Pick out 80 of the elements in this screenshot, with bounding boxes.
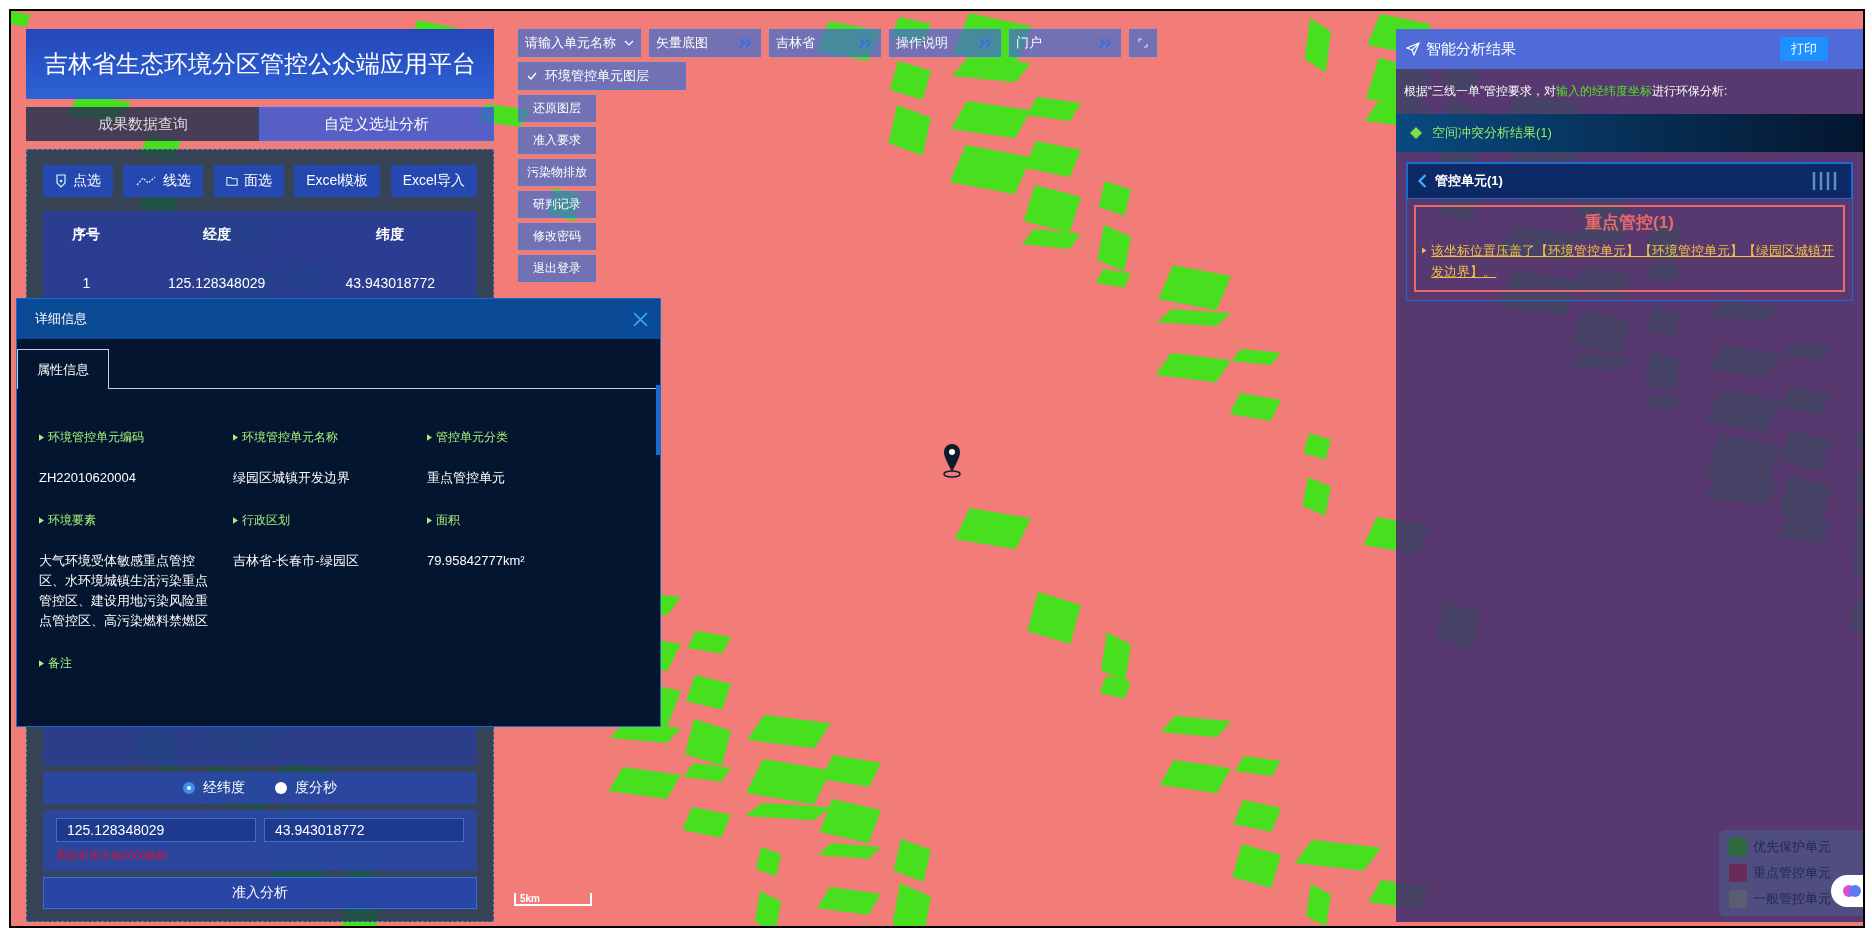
radio-icon[interactable] (275, 782, 287, 794)
send-icon (1406, 42, 1420, 56)
tab[interactable]: 属性信息 (17, 349, 109, 389)
tool-button[interactable]: 线选 (123, 165, 204, 197)
double-chevron-icon (738, 38, 754, 48)
side-button[interactable]: 准入要求 (518, 127, 596, 154)
menu-button[interactable]: 矢量底图 (649, 29, 761, 57)
tool-button[interactable]: Excel模板 (294, 165, 381, 197)
triangle-icon (39, 434, 44, 441)
polyline-icon (135, 175, 158, 187)
radio-icon[interactable] (183, 782, 195, 794)
side-button[interactable]: 研判记录 (518, 191, 596, 218)
triangle-icon (233, 517, 238, 524)
column-header: 纬度 (375, 226, 406, 244)
caret-icon (624, 40, 634, 46)
result-heading: 重点管控(1) (1585, 212, 1674, 234)
check-icon (527, 72, 537, 80)
field-label: 环境管控单元编码 (48, 429, 144, 446)
field-value: 79.95842777km² (427, 552, 526, 570)
double-chevron-icon (978, 38, 994, 48)
triangle-icon (233, 434, 238, 441)
pin-icon (55, 174, 67, 188)
field-label: 环境要素 (48, 512, 96, 529)
field-value: ZH22010620004 (39, 469, 137, 487)
expand-icon (1138, 38, 1148, 48)
field-value: 吉林省-长春市-绿园区 (233, 552, 360, 570)
intro-text: 根据“三线一单”管控要求，对输入的经纬度坐标进行环保分析: (1404, 83, 1729, 100)
field-value: 重点管控单元 (427, 469, 506, 487)
scale-bar: 5km (514, 893, 592, 906)
hint-text: 系统采用大地2000坐标 (56, 848, 170, 863)
tab[interactable]: 成果数据查询 (26, 107, 259, 141)
tool-button[interactable]: 面选 (213, 165, 284, 197)
side-button[interactable]: 修改密码 (518, 223, 596, 250)
table-cell-text: 1 (81, 275, 92, 291)
field-label: 管控单元分类 (436, 429, 508, 446)
menu-button[interactable]: 吉林省 (769, 29, 881, 57)
section-title: 空间冲突分析结果(1) (1432, 124, 1552, 142)
side-button[interactable]: 退出登录 (518, 255, 596, 282)
dialog-title: 详细信息 (35, 310, 87, 328)
menu-button[interactable]: 门户 (1009, 29, 1121, 57)
side-button[interactable]: 污染物排放 (518, 159, 596, 186)
result-text: 该坐标位置压盖了【环境管控单元】【环境管控单元】【绿园区城镇开发边界】。 (1431, 242, 1836, 281)
column-header: 序号 (71, 226, 102, 244)
radio-option[interactable]: 度分秒 (275, 779, 337, 797)
column-header: 经度 (201, 226, 232, 244)
panel-title: 智能分析结果 (1426, 39, 1517, 59)
triangle-icon (39, 517, 44, 524)
menu-button[interactable]: 操作说明 (889, 29, 1001, 57)
map-pin-icon (942, 442, 962, 478)
triangle-icon (427, 434, 432, 441)
tool-button[interactable]: 点选 (43, 165, 113, 197)
unit-select[interactable]: 请输入单元名称 (518, 29, 641, 57)
tool-button[interactable]: Excel导入 (390, 165, 477, 197)
longitude-field[interactable]: 125.128348029 (56, 818, 256, 842)
chevron-left-icon (1418, 174, 1427, 188)
triangle-icon (39, 660, 44, 667)
field-label: 备注 (48, 655, 72, 672)
tab[interactable]: 自定义选址分析 (259, 107, 494, 141)
field-label: 行政区划 (242, 512, 290, 529)
field-value: 绿园区城镇开发边界 (233, 469, 351, 487)
table-cell-text: 43.943018772 (344, 275, 436, 291)
app-title: 吉林省生态环境分区管控公众端应用平台 (26, 29, 494, 99)
latitude-field[interactable]: 43.943018772 (264, 818, 464, 842)
layer-checkbox[interactable]: 环境管控单元图层 (518, 62, 686, 90)
field-label: 环境管控单元名称 (242, 429, 338, 446)
triangle-icon (427, 517, 432, 524)
double-chevron-icon (858, 38, 874, 48)
field-label: 面积 (436, 512, 460, 529)
double-chevron-icon (1098, 38, 1114, 48)
print-button[interactable]: 打印 (1780, 37, 1828, 61)
folder-icon (225, 174, 238, 188)
table-cell-text: 125.128348029 (166, 275, 267, 291)
side-button[interactable]: 还原图层 (518, 95, 596, 122)
assistant-button[interactable] (1831, 875, 1863, 907)
radio-option[interactable]: 经纬度 (183, 779, 245, 797)
triangle-icon (1422, 247, 1427, 254)
card-title: 管控单元(1) (1435, 172, 1504, 190)
analyze-button[interactable]: 准入分析 (43, 877, 477, 909)
field-value: 大气环境受体敏感重点管控区、水环境城镇生活污染重点管控区、建设用地污染风险重点管控区、高污染燃料禁燃区 (39, 552, 209, 630)
close-icon[interactable] (633, 311, 648, 327)
